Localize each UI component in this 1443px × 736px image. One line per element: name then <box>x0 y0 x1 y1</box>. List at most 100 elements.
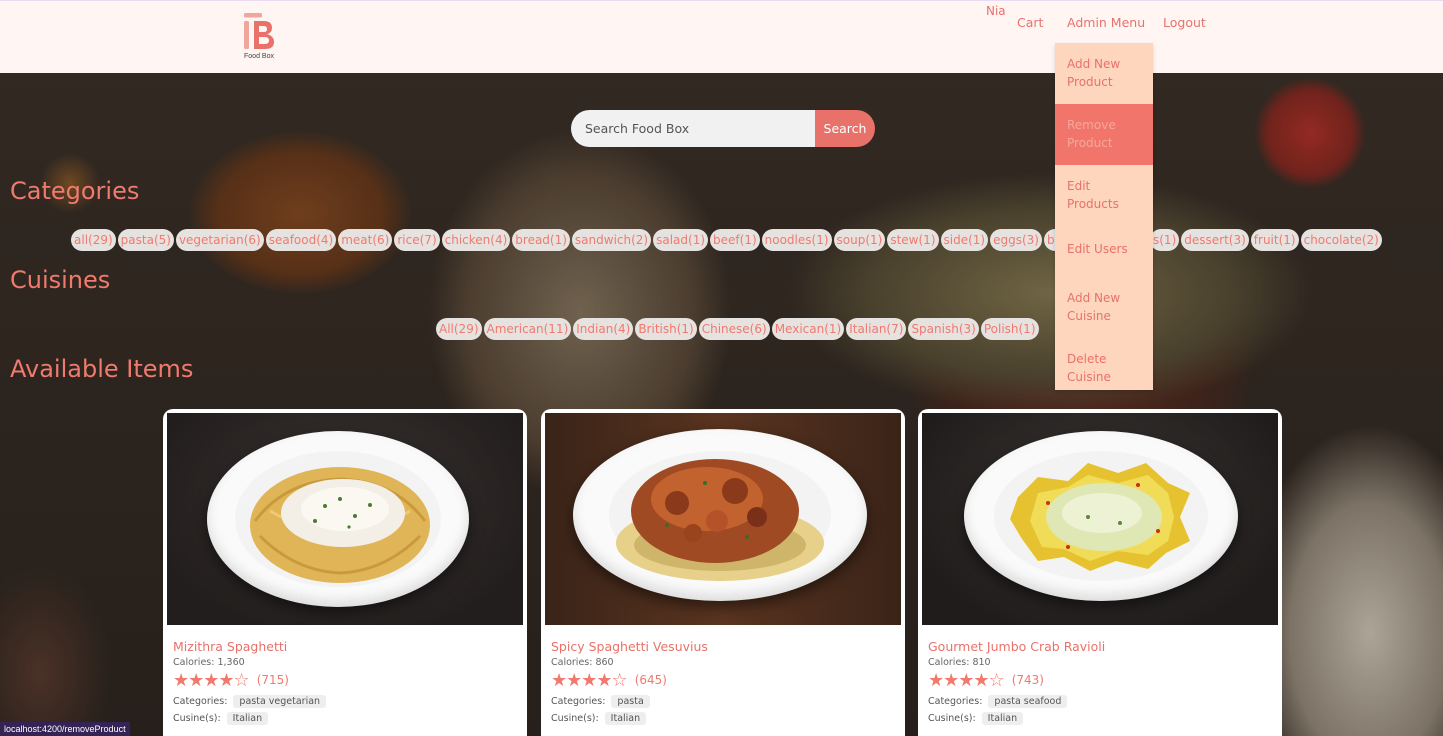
rating-count: (743) <box>1011 673 1044 687</box>
category-chip[interactable]: dessert(3) <box>1181 229 1249 251</box>
logo-text: Food Box <box>244 53 274 60</box>
category-chip-list-right: s(1) dessert(3) fruit(1) chocolate(2) <box>1150 229 1382 251</box>
product-image <box>545 413 901 625</box>
crab-ravioli-food-icon <box>1010 463 1190 571</box>
product-categories: Categories: pasta <box>551 695 895 708</box>
search-button[interactable]: Search <box>815 110 875 147</box>
category-chip[interactable]: chicken(4) <box>441 229 511 251</box>
categories-label: Categories: <box>551 696 606 707</box>
category-chip[interactable]: side(1) <box>940 229 989 251</box>
product-rating: ★★★★☆ (743) <box>928 669 1272 691</box>
category-chip[interactable]: seafood(4) <box>265 229 337 251</box>
cuisine-chip-list: All(29) American(11) Indian(4) British(1… <box>436 318 1039 340</box>
categories-heading: Categories <box>10 177 140 205</box>
category-tag: pasta vegetarian <box>233 695 327 708</box>
cuisine-chip[interactable]: All(29) <box>436 318 482 340</box>
menu-item-label: Cuisine <box>1067 309 1111 323</box>
cuisine-chip[interactable]: Mexican(1) <box>771 318 845 340</box>
menu-item-label: Add New <box>1067 57 1121 71</box>
category-chip[interactable]: salad(1) <box>653 229 709 251</box>
category-chip[interactable]: eggs(3) <box>990 229 1042 251</box>
cart-link[interactable]: Cart <box>1017 15 1043 30</box>
product-categories: Categories: pasta vegetarian <box>173 695 517 708</box>
food-box-logo[interactable]: Food Box <box>238 11 280 65</box>
cuisine-tag: Italian <box>604 712 647 725</box>
search-bar: Search <box>571 110 875 147</box>
spaghetti-food-icon <box>250 467 430 583</box>
spaghetti-vesuvius-food-icon <box>616 459 824 581</box>
cuisine-tag: Italian <box>981 712 1024 725</box>
menu-item-edit-products[interactable]: Edit Products <box>1055 165 1153 226</box>
menu-item-label: Product <box>1067 75 1113 89</box>
category-tag: pasta <box>611 695 650 708</box>
product-calories: Calories: 1,360 <box>173 657 245 668</box>
product-image <box>922 413 1278 625</box>
rating-count: (715) <box>256 673 289 687</box>
product-name[interactable]: Spicy Spaghetti Vesuvius <box>551 639 895 655</box>
menu-item-label: Add New <box>1067 291 1121 305</box>
cuisine-chip[interactable]: Indian(4) <box>573 318 634 340</box>
menu-item-label: Remove <box>1067 118 1116 132</box>
category-chip[interactable]: fruit(1) <box>1250 229 1299 251</box>
cuisine-chip[interactable]: Chinese(6) <box>698 318 770 340</box>
menu-item-label: Cuisine <box>1067 370 1111 384</box>
cuisine-chip[interactable]: Italian(7) <box>846 318 907 340</box>
menu-item-label: Edit <box>1067 179 1091 193</box>
menu-item-add-new-product[interactable]: Add New Product <box>1055 43 1153 104</box>
category-chip-list: all(29) pasta(5) vegetarian(6) seafood(4… <box>71 229 1084 251</box>
product-details: Spicy Spaghetti Vesuvius Calories: 860 ★… <box>551 639 895 725</box>
product-card[interactable]: Mizithra Spaghetti Calories: 1,360 ★★★★☆… <box>163 409 527 736</box>
cuisine-chip[interactable]: British(1) <box>635 318 697 340</box>
rating-count: (645) <box>634 673 667 687</box>
search-input[interactable] <box>571 110 815 147</box>
admin-menu-link[interactable]: Admin Menu <box>1067 15 1145 30</box>
logout-link[interactable]: Logout <box>1163 15 1206 30</box>
product-details: Gourmet Jumbo Crab Ravioli Calories: 810… <box>928 639 1272 725</box>
cuisines-label: Cusine(s): <box>551 713 599 724</box>
category-chip[interactable]: bread(1) <box>512 229 570 251</box>
product-name[interactable]: Gourmet Jumbo Crab Ravioli <box>928 639 1272 655</box>
star-rating-icon: ★★★★☆ <box>928 669 1005 691</box>
menu-item-label: Product <box>1067 136 1113 150</box>
categories-label: Categories: <box>173 696 228 707</box>
category-chip[interactable]: noodles(1) <box>761 229 832 251</box>
user-name: Nia <box>986 4 1006 18</box>
category-chip[interactable]: meat(6) <box>338 229 393 251</box>
cuisine-chip[interactable]: Spanish(3) <box>908 318 979 340</box>
product-cuisines: Cusine(s): Italian <box>928 712 1272 725</box>
product-cuisines: Cusine(s): Italian <box>551 712 895 725</box>
category-chip[interactable]: vegetarian(6) <box>175 229 264 251</box>
logo-mark-icon <box>244 13 274 49</box>
available-items-heading: Available Items <box>10 355 194 383</box>
cuisine-chip[interactable]: Polish(1) <box>980 318 1039 340</box>
product-calories: Calories: 860 <box>551 657 614 668</box>
menu-item-delete-cuisine[interactable]: Delete Cuisine <box>1055 329 1153 390</box>
category-chip[interactable]: chocolate(2) <box>1300 229 1382 251</box>
star-rating-icon: ★★★★☆ <box>551 669 628 691</box>
product-calories: Calories: 810 <box>928 657 991 668</box>
product-details: Mizithra Spaghetti Calories: 1,360 ★★★★☆… <box>173 639 517 725</box>
product-rating: ★★★★☆ (645) <box>551 669 895 691</box>
menu-item-add-new-cuisine[interactable]: Add New Cuisine <box>1055 268 1153 329</box>
category-chip[interactable]: s(1) <box>1150 229 1180 251</box>
category-chip[interactable]: sandwich(2) <box>571 229 652 251</box>
product-name[interactable]: Mizithra Spaghetti <box>173 639 517 655</box>
category-chip[interactable]: pasta(5) <box>117 229 174 251</box>
top-header: Food Box Nia Cart Admin Menu Logout <box>0 0 1443 73</box>
menu-item-remove-product[interactable]: Remove Product <box>1055 104 1153 165</box>
product-image <box>167 413 523 625</box>
star-rating-icon: ★★★★☆ <box>173 669 250 691</box>
status-bar-url: localhost:4200/removeProduct <box>0 722 130 736</box>
category-chip[interactable]: soup(1) <box>833 229 886 251</box>
cuisine-chip[interactable]: American(11) <box>483 318 572 340</box>
category-chip[interactable]: rice(7) <box>394 229 440 251</box>
product-card[interactable]: Spicy Spaghetti Vesuvius Calories: 860 ★… <box>541 409 905 736</box>
product-rating: ★★★★☆ (715) <box>173 669 517 691</box>
category-chip[interactable]: beef(1) <box>710 229 760 251</box>
category-tag: pasta seafood <box>988 695 1068 708</box>
menu-item-label: Delete <box>1067 352 1107 366</box>
category-chip[interactable]: stew(1) <box>887 229 939 251</box>
menu-item-label: Products <box>1067 197 1119 211</box>
product-card[interactable]: Gourmet Jumbo Crab Ravioli Calories: 810… <box>918 409 1282 736</box>
category-chip[interactable]: all(29) <box>71 229 116 251</box>
